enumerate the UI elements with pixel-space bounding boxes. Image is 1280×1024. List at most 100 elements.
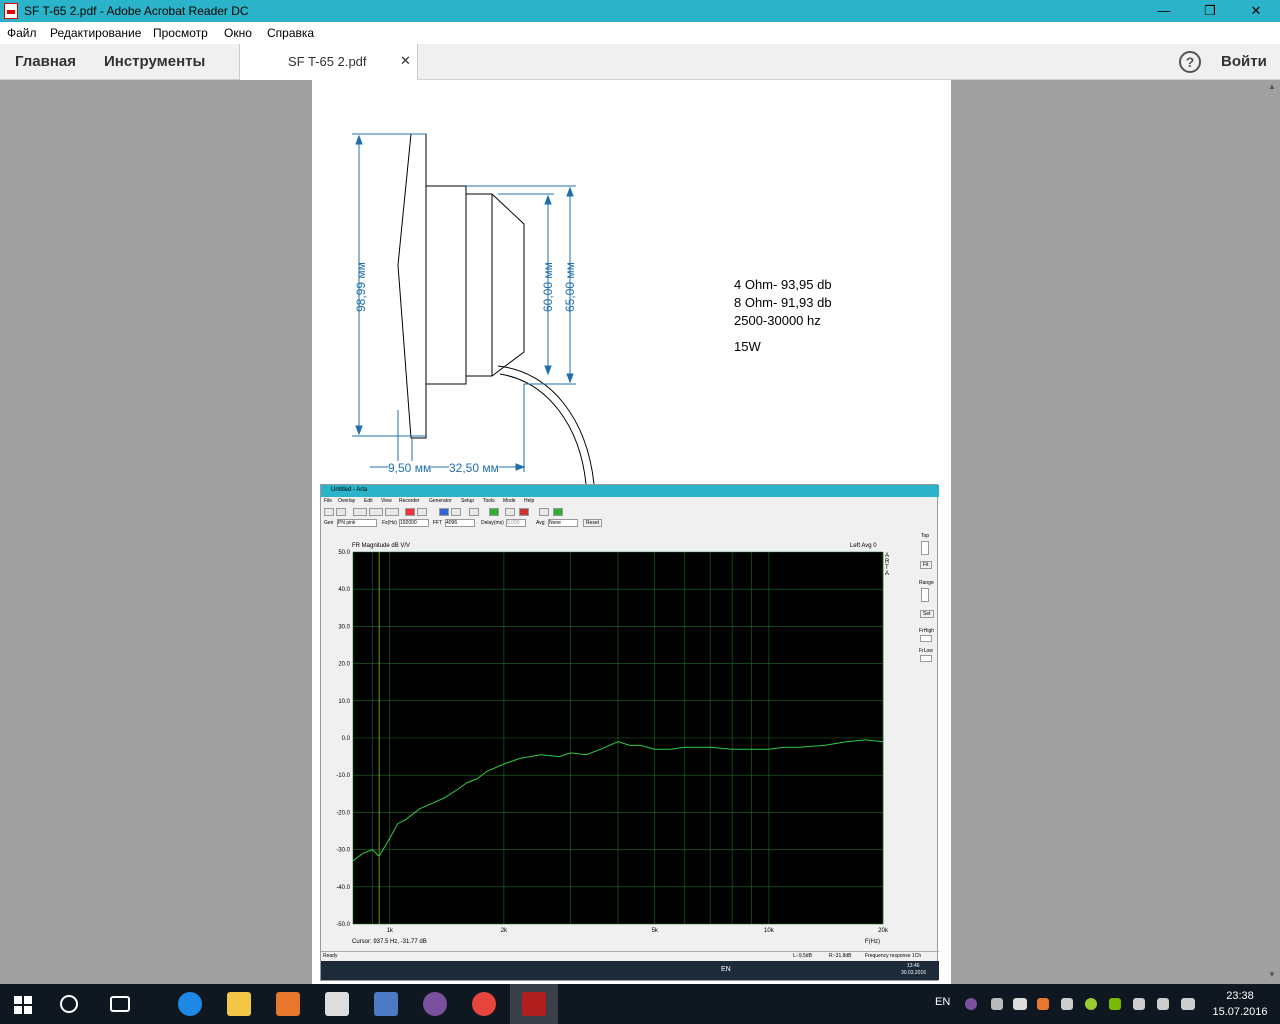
window-title: SF T-65 2.pdf - Adobe Acrobat Reader DC — [24, 4, 249, 18]
x-tick-label: 20k — [878, 928, 889, 934]
y-tick-label: -50.0 — [336, 922, 350, 928]
side-frlow-spinner — [920, 655, 932, 662]
network-app-icon[interactable] — [374, 992, 398, 1016]
task-view-icon[interactable] — [110, 996, 130, 1012]
arta-menu-tools: Tools — [483, 498, 495, 504]
arta-generator-row: Gen PN pink Fs(Hz) 192000 FFT 4096 Delay… — [321, 519, 939, 529]
search-icon[interactable] — [60, 995, 78, 1013]
tray-nvidia-icon[interactable] — [1109, 998, 1121, 1010]
close-button[interactable]: ✕ — [1233, 0, 1279, 22]
menu-window[interactable]: Окно — [224, 26, 252, 40]
tray-volume-icon[interactable] — [1157, 998, 1169, 1010]
delay-field: 0.000 — [506, 519, 526, 527]
scroll-down-icon[interactable]: ▼ — [1268, 970, 1276, 979]
x-tick-label: 1k — [387, 928, 394, 934]
arta-tool-spa-icon — [385, 508, 399, 516]
arta-status-bar: Ready L:-9.5dB R:-31.8dB Frequency respo… — [321, 951, 939, 960]
menu-file[interactable]: Файл — [7, 26, 37, 40]
y-tick-label: 20.0 — [338, 662, 350, 668]
x-axis-label: F(Hz) — [865, 939, 880, 945]
y-tick-label: 30.0 — [338, 624, 350, 630]
inner-taskbar-time: 13:46 — [907, 963, 920, 969]
signin-button[interactable]: Войти — [1221, 53, 1267, 70]
cursor-readout: Cursor: 937.5 Hz, -31.77 dB — [352, 939, 427, 945]
y-tick-label: -10.0 — [336, 773, 350, 779]
inner-taskbar-lang: EN — [721, 966, 731, 973]
x-tick-label: 10k — [764, 928, 775, 934]
spec-frequency-range: 2500-30000 hz — [734, 313, 821, 328]
arta-title-bar: Untitled - Arta — [321, 485, 939, 497]
spec-8ohm: 8 Ohm- 91,93 db — [734, 295, 832, 310]
arta-menu-generator: Generator — [429, 498, 452, 504]
store-icon[interactable] — [276, 992, 300, 1016]
title-bar: SF T-65 2.pdf - Adobe Acrobat Reader DC … — [0, 0, 1280, 22]
home-tab[interactable]: Главная — [15, 53, 76, 70]
menu-help[interactable]: Справка — [267, 26, 314, 40]
acrobat-pdf-icon — [4, 3, 18, 19]
arta-plot-area: FR Magnitude dB V/V Left Avg 0 ARTA 50.0… — [323, 535, 915, 953]
edge-icon[interactable] — [178, 992, 202, 1016]
language-indicator[interactable]: EN — [935, 996, 950, 1008]
arta-screenshot: Untitled - Arta File Overlay Edit View R… — [320, 484, 939, 981]
acrobat-toolbar: Главная Инструменты SF T-65 2.pdf ✕ ? Во… — [0, 44, 1280, 80]
arta-tool-fr1-icon — [369, 508, 383, 516]
status-mode: Frequency response 1Ch — [865, 953, 922, 959]
pdf-page: 98,99 мм 60,00 мм 65,00 мм 9,50 мм 32,50… — [312, 80, 951, 984]
tray-network-icon[interactable] — [1133, 998, 1145, 1010]
tray-app-icon[interactable] — [1037, 998, 1049, 1010]
windows-start-icon[interactable] — [14, 996, 32, 1014]
fft-select: 4096 — [445, 519, 475, 527]
arta-record-icon — [405, 508, 415, 516]
speaker-drawing — [352, 133, 595, 484]
spec-power: 15W — [734, 339, 761, 354]
side-frhigh-spinner — [920, 635, 932, 642]
avg-label: Avg — [536, 520, 545, 526]
reset-button: Reset — [583, 519, 603, 527]
arta-win-icon — [539, 508, 549, 516]
y-tick-label: -20.0 — [336, 810, 350, 816]
acrobat-icon — [522, 992, 546, 1016]
taskbar-clock[interactable]: 23:38 15.07.2016 — [1210, 988, 1270, 1020]
arta-tool-open-icon — [336, 508, 346, 516]
tray-dropbox-icon[interactable] — [991, 998, 1003, 1010]
arta-menu-file: File — [324, 498, 333, 504]
spec-4ohm: 4 Ohm- 93,95 db — [734, 277, 832, 292]
restore-button[interactable]: ❐ — [1187, 0, 1233, 22]
tray-green-icon[interactable] — [1085, 998, 1097, 1010]
tray-cloud-icon[interactable] — [1013, 998, 1027, 1010]
arta-menu-mode: Mode — [503, 498, 516, 504]
status-right-level: R:-31.8dB — [829, 953, 852, 959]
tray-mute-icon[interactable] — [1061, 998, 1073, 1010]
arta-stop2-icon — [451, 508, 461, 516]
arta-menu-view: View — [381, 498, 392, 504]
dimension-outer-height: 65,00 мм — [563, 262, 577, 312]
tray-viber-icon[interactable] — [965, 998, 977, 1010]
arta-scope-icon — [489, 508, 499, 516]
tray-notifications-icon[interactable] — [1181, 998, 1195, 1010]
close-tab-icon[interactable]: ✕ — [400, 53, 411, 69]
y-tick-label: -40.0 — [336, 885, 350, 891]
help-icon[interactable]: ? — [1179, 51, 1201, 73]
side-frlow-label: FrLow — [919, 648, 933, 654]
y-tick-label: 0.0 — [342, 736, 351, 742]
delay-label: Delay(ms) — [481, 520, 504, 526]
menu-edit[interactable]: Редактирование — [50, 26, 141, 40]
menu-view[interactable]: Просмотр — [153, 26, 208, 40]
document-tab[interactable]: SF T-65 2.pdf ✕ — [239, 44, 418, 80]
frequency-response-chart: 50.0 40.0 30.0 20.0 10.0 0.0 -10.0 -20.0 -30.0 -4… — [336, 550, 889, 934]
arta-play-icon — [439, 508, 449, 516]
viber-icon[interactable] — [423, 992, 447, 1016]
tools-tab[interactable]: Инструменты — [104, 53, 205, 70]
fs-select: 192000 — [399, 519, 429, 527]
scroll-up-icon[interactable]: ▲ — [1268, 82, 1276, 91]
file-explorer-icon[interactable] — [227, 992, 251, 1016]
minimize-button[interactable]: — — [1141, 0, 1187, 22]
arta-menu-setup: Setup — [461, 498, 475, 504]
clock-time: 23:38 — [1226, 990, 1254, 1002]
y-tick-label: 10.0 — [338, 699, 350, 705]
clock-date: 15.07.2016 — [1212, 1006, 1268, 1018]
arta-menu-edit: Edit — [364, 498, 373, 504]
chrome-icon[interactable] — [472, 992, 496, 1016]
calculator-icon[interactable] — [325, 992, 349, 1016]
arta-menu-help: Help — [524, 498, 535, 504]
